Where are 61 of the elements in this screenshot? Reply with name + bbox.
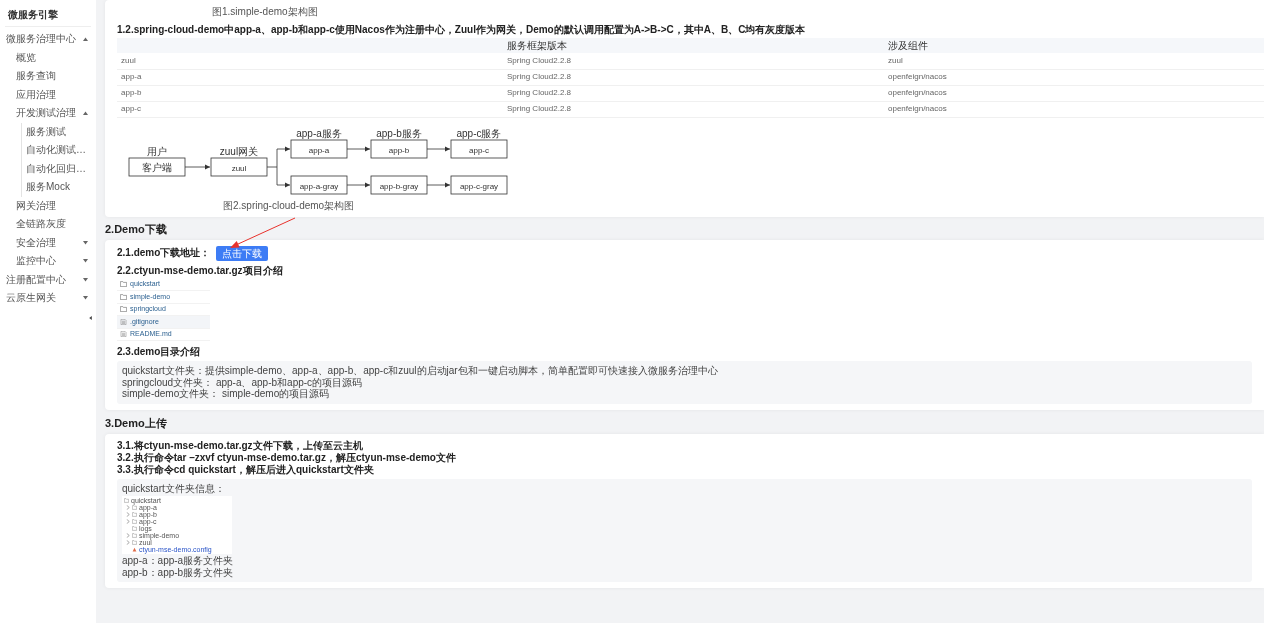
step-text: 3.2.执行命令tar –zxvf ctyun-mse-demo.tar.gz，解压ctyun-mse-demo文件 — [117, 451, 457, 464]
description-line: app-b：app-b服务文件夹 — [122, 566, 235, 579]
description-line: app-a：app-a服务文件夹 — [122, 555, 235, 567]
node-title: app-a服务 — [296, 127, 342, 139]
table-cell: openfeign/nacos — [884, 101, 1264, 117]
section-heading: 2.3.demo目录介绍 — [117, 346, 202, 359]
section-heading: 1.2.spring-cloud-demo中app-a、app-b和app-c使用Nacos作为注册中心，Zuul作为网关，Demo的默认调用配置为A->B->C，其中A、B、C均有灰度版本 — [117, 24, 807, 36]
table-cell: zuul — [884, 53, 1264, 69]
table-cell: Spring Cloud2.2.8 — [503, 85, 884, 101]
diagram-node: zuul — [210, 157, 268, 176]
diagram-node: app-a-gray — [290, 175, 348, 194]
sidebar-item[interactable]: 服务查询 — [0, 67, 96, 86]
diagram-node: app-c-gray — [450, 175, 508, 194]
column-header: 涉及组件 — [884, 38, 1264, 53]
section-heading: 2.2.ctyun-mse-demo.tar.gz项目介绍 — [117, 264, 284, 277]
sidebar-item[interactable]: 开发测试治理 — [0, 104, 96, 123]
sidebar-item[interactable]: 应用治理 — [0, 85, 96, 104]
download-button[interactable]: 点击下载 — [216, 245, 269, 261]
diagram-node: app-a — [290, 139, 348, 158]
step-text: 3.3.执行命令cd quickstart，解压后进入quickstart文件夹 — [117, 463, 375, 476]
sidebar-item[interactable]: 监控中心 — [0, 252, 96, 271]
table-cell: app-b — [117, 85, 503, 101]
description-line: quickstart文件夹：提供simple-demo、app-a、app-b、app-c和zuul的启动jar包和一键启动脚本，简单配置即可快速接入微服务治理中心 — [122, 365, 719, 377]
sidebar-item[interactable]: 全链路灰度 — [0, 215, 96, 234]
diagram-node: app-c — [450, 139, 508, 158]
diagram-node: app-b — [370, 139, 428, 158]
sidebar-item[interactable]: 服务测试 — [22, 122, 96, 141]
node-title: zuul网关 — [219, 145, 259, 157]
column-header: 服务框架版本 — [503, 38, 884, 53]
sidebar-item[interactable]: 微服务治理中心 — [0, 30, 96, 49]
sidebar-item[interactable]: 网关治理 — [0, 196, 96, 215]
app-title: 微服务引擎 — [7, 9, 59, 22]
table-cell: openfeign/nacos — [884, 69, 1264, 85]
description-line: springcloud文件夹： app-a、app-b和app-c的项目源码 — [122, 376, 364, 389]
step-text: 3.1.将ctyun-mse-demo.tar.gz文件下载，上传至云主机 — [117, 439, 364, 452]
node-title: 用户 — [147, 145, 167, 157]
sidebar-item[interactable]: 云原生网关 — [0, 289, 96, 308]
table-cell: app-a — [117, 69, 503, 85]
table-cell: Spring Cloud2.2.8 — [503, 69, 884, 85]
sidebar-item[interactable]: 安全治理 — [0, 233, 96, 252]
table-cell: Spring Cloud2.2.8 — [503, 101, 884, 117]
sidebar-item[interactable]: 注册配置中心 — [0, 270, 96, 289]
info-title: quickstart文件夹信息： — [122, 482, 226, 495]
sidebar-item[interactable]: 自动化测试… — [22, 141, 96, 160]
table-cell: app-c — [117, 101, 503, 117]
table-cell: zuul — [117, 53, 503, 69]
figure-caption: 图1.simple-demo架构图 — [212, 6, 319, 18]
node-title: app-b服务 — [376, 127, 422, 139]
sidebar-item[interactable]: 服务Mock — [22, 178, 96, 197]
description-line: simple-demo文件夹： simple-demo的项目源码 — [122, 388, 330, 400]
node-title: app-c服务 — [456, 127, 502, 139]
table-cell: openfeign/nacos — [884, 85, 1264, 101]
sidebar-item[interactable]: 概览 — [0, 48, 96, 67]
figure-caption: 图2.spring-cloud-demo架构图 — [223, 199, 356, 212]
section-title: 2.Demo下载 — [105, 222, 168, 236]
sidebar-item[interactable]: 自动化回归… — [22, 159, 96, 178]
download-label: 2.1.demo下载地址： — [117, 247, 211, 260]
section-title: 3.Demo上传 — [105, 416, 168, 430]
diagram-node: app-b-gray — [370, 175, 428, 194]
diagram-node: 客户端 — [128, 157, 186, 176]
table-cell: Spring Cloud2.2.8 — [503, 53, 884, 69]
